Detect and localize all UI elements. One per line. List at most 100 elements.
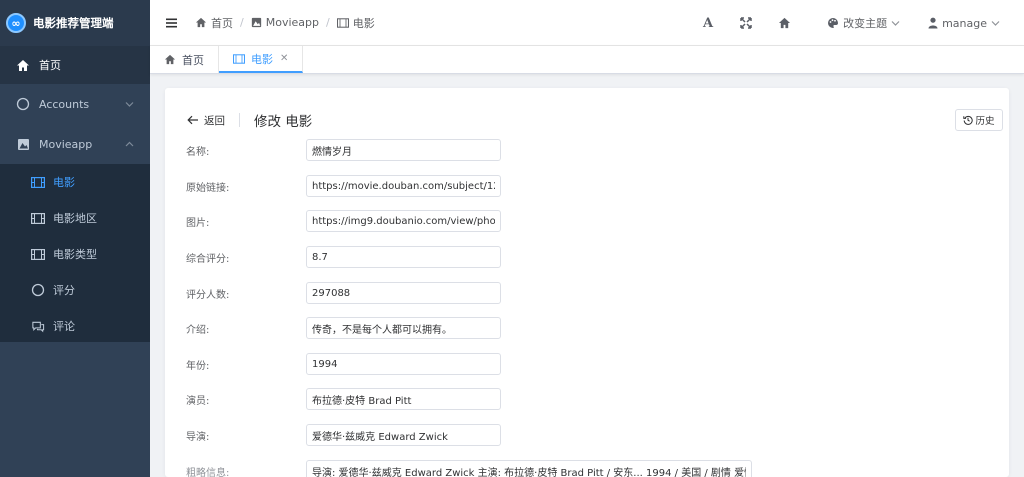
navbar-actions: A 改变主题 manage (689, 0, 1024, 46)
director-input[interactable] (306, 424, 501, 446)
sidebar-item-label: 首页 (39, 59, 61, 72)
film-icon (336, 17, 349, 28)
chevron-down-icon (125, 102, 134, 107)
film-icon (31, 247, 45, 261)
film-icon (31, 211, 45, 225)
field-label: 综合评分: (186, 254, 230, 265)
form-row-image: 图片: (165, 210, 1009, 232)
page-title: 修改 电影 (254, 114, 313, 130)
form-row-year: 年份: (165, 353, 1009, 375)
home-icon (195, 17, 207, 28)
user-dropdown[interactable]: manage (924, 17, 1004, 30)
brand[interactable]: ∞ 电影推荐管理端 (0, 0, 150, 46)
font-size-icon: A (703, 15, 714, 31)
header-divider (239, 113, 240, 127)
year-input[interactable] (306, 353, 501, 375)
film-icon (31, 175, 45, 189)
form-row-actors: 演员: (165, 388, 1009, 410)
image-icon (16, 137, 30, 151)
sidebar-item-label: 电影类型 (53, 248, 97, 261)
close-icon[interactable]: ✕ (280, 53, 288, 64)
home-icon (16, 58, 30, 72)
field-label: 年份: (186, 361, 210, 372)
tag-label: 电影 (251, 52, 273, 66)
breadcrumb-separator: / (240, 16, 244, 29)
field-label: 介绍: (186, 325, 210, 336)
sidebar-item-movie-type[interactable]: 电影类型 (0, 236, 150, 272)
sidebar-item-movie[interactable]: 电影 (0, 164, 150, 200)
app-logo: ∞ (6, 13, 26, 33)
palette-icon (828, 18, 839, 28)
sidebar-item-label: 评论 (53, 320, 75, 333)
sidebar-item-label: 电影 (53, 176, 75, 189)
image-url-input[interactable] (306, 210, 501, 232)
theme-dropdown[interactable]: 改变主题 (823, 15, 904, 31)
field-label: 导演: (186, 432, 210, 443)
content-card: 返回 修改 电影 历史 名称: 原始链接: 图片: 综合评分: 评分人数: 介绍… (165, 88, 1009, 477)
field-label: 原始链接: (186, 183, 230, 194)
chat-icon (31, 319, 45, 333)
image-icon (251, 17, 261, 28)
chevron-up-icon (125, 141, 134, 147)
home-icon (778, 17, 790, 29)
sidebar-item-rating[interactable]: 评分 (0, 272, 150, 308)
sidebar-item-label: Movieapp (39, 137, 93, 151)
arrow-left-icon (187, 115, 198, 125)
history-label: 历史 (975, 116, 995, 127)
breadcrumb-label: Movieapp (265, 16, 319, 29)
tags-view: 首页 电影 ✕ (150, 46, 1024, 74)
circle-icon (16, 97, 30, 111)
fullscreen-button[interactable] (727, 0, 765, 46)
form-row-summary: 粗略信息: (165, 460, 1009, 477)
breadcrumb: 首页 / Movieapp / 电影 (195, 15, 375, 31)
field-label: 演员: (186, 396, 210, 407)
sidebar-item-accounts[interactable]: Accounts (0, 84, 150, 124)
sidebar: ∞ 电影推荐管理端 首页 Accounts Movieapp 电影 电影地区 电… (0, 0, 150, 477)
sidebar-empty-area (0, 342, 150, 477)
hamburger-icon[interactable] (165, 17, 179, 29)
page-header: 返回 修改 电影 (187, 110, 312, 130)
user-label: manage (942, 16, 987, 30)
sidebar-item-label: 评分 (53, 284, 75, 297)
tag-label: 首页 (182, 53, 204, 67)
back-button[interactable]: 返回 (187, 113, 225, 128)
chevron-down-icon (891, 21, 900, 26)
form-row-director: 导演: (165, 424, 1009, 446)
film-icon (233, 53, 245, 64)
tag-home[interactable]: 首页 (150, 46, 219, 73)
sidebar-item-home[interactable]: 首页 (0, 46, 150, 84)
form-row-intro: 介绍: (165, 317, 1009, 339)
form-row-source-url: 原始链接: (165, 175, 1009, 197)
form-row-score: 综合评分: (165, 246, 1009, 268)
font-size-button[interactable]: A (689, 0, 727, 46)
score-input[interactable] (306, 246, 501, 268)
navbar: 首页 / Movieapp / 电影 A 改变主题 manage (150, 0, 1024, 46)
form-row-rating-count: 评分人数: (165, 282, 1009, 304)
sidebar-item-label: Accounts (39, 97, 90, 111)
rating-count-input[interactable] (306, 282, 501, 304)
sidebar-item-comment[interactable]: 评论 (0, 308, 150, 344)
app-title: 电影推荐管理端 (33, 16, 114, 30)
field-label: 粗略信息: (186, 468, 230, 477)
sidebar-item-movieapp[interactable]: Movieapp (0, 124, 150, 164)
breadcrumb-label: 首页 (211, 16, 233, 30)
field-label: 图片: (186, 218, 210, 229)
field-label: 评分人数: (186, 290, 230, 301)
name-input[interactable] (306, 139, 501, 161)
chevron-down-icon (991, 21, 1000, 26)
breadcrumb-item-movieapp[interactable]: Movieapp (251, 16, 319, 29)
tag-movie[interactable]: 电影 ✕ (219, 46, 304, 73)
summary-input[interactable] (306, 460, 752, 477)
sidebar-item-movie-region[interactable]: 电影地区 (0, 200, 150, 236)
home-button[interactable] (765, 0, 803, 46)
sidebar-item-label: 电影地区 (53, 212, 97, 225)
breadcrumb-item-home[interactable]: 首页 (195, 15, 233, 31)
intro-input[interactable] (306, 317, 501, 339)
breadcrumb-label: 电影 (352, 16, 375, 30)
fullscreen-icon (740, 17, 752, 29)
source-url-input[interactable] (306, 175, 501, 197)
back-label: 返回 (204, 114, 225, 127)
actors-input[interactable] (306, 388, 501, 410)
history-button[interactable]: 历史 (955, 109, 1003, 131)
home-icon (164, 54, 176, 65)
